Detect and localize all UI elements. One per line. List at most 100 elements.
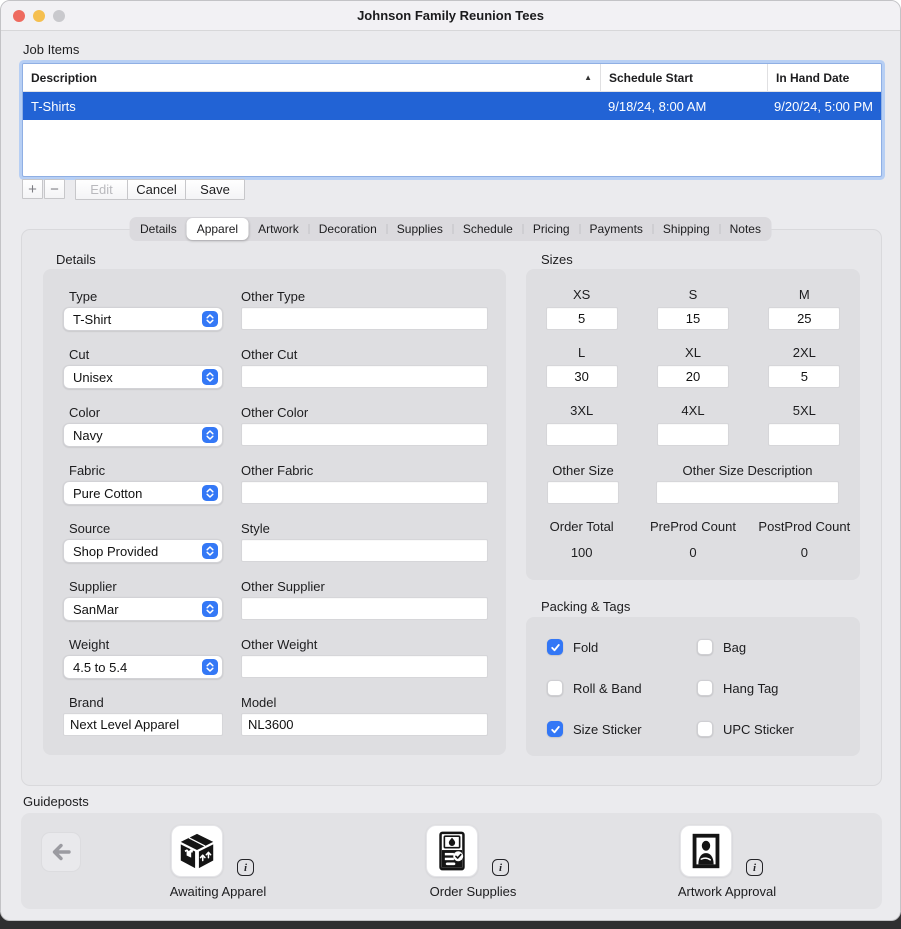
size-5xl-input[interactable] (768, 423, 840, 446)
artwork-approval-label: Artwork Approval (642, 884, 812, 899)
other-size-description-label: Other Size Description (656, 463, 839, 478)
bag-checkbox[interactable] (697, 639, 713, 655)
other-color-input[interactable] (241, 423, 488, 446)
up-down-chevrons-icon (202, 543, 218, 559)
tab-artwork[interactable]: Artwork (248, 218, 309, 240)
tab-decoration[interactable]: Decoration (309, 218, 387, 240)
tab-payments[interactable]: Payments (580, 218, 653, 240)
preprod-count-value: 0 (637, 545, 748, 560)
table-row[interactable]: T-Shirts 9/18/24, 8:00 AM 9/20/24, 5:00 … (23, 92, 881, 120)
style-input[interactable] (241, 539, 488, 562)
awaiting-apparel-label: Awaiting Apparel (133, 884, 303, 899)
color-label: Color (69, 405, 100, 420)
fabric-label: Fabric (69, 463, 105, 478)
other-color-label: Other Color (241, 405, 308, 420)
size-2xl-label: 2XL (749, 345, 860, 360)
edit-button[interactable]: Edit (75, 179, 128, 200)
size-3xl-input[interactable] (546, 423, 618, 446)
tab-details[interactable]: Details (130, 218, 187, 240)
packing-section-label: Packing & Tags (541, 599, 630, 614)
artwork-approval-info-icon[interactable]: i (746, 859, 763, 876)
model-input[interactable] (241, 713, 488, 736)
tab-shipping[interactable]: Shipping (653, 218, 720, 240)
awaiting-apparel-button[interactable] (171, 825, 223, 877)
hang-tag-checkbox[interactable] (697, 680, 713, 696)
guideposts-panel: i Awaiting Apparel i Order Supplies (21, 813, 882, 909)
table-header: Description ▲ Schedule Start In Hand Dat… (23, 64, 881, 92)
size-5xl-label: 5XL (749, 403, 860, 418)
size-sticker-checkbox[interactable] (547, 721, 563, 737)
other-fabric-label: Other Fabric (241, 463, 313, 478)
weight-label: Weight (69, 637, 109, 652)
size-xs-input[interactable] (546, 307, 618, 330)
awaiting-apparel-info-icon[interactable]: i (237, 859, 254, 876)
size-xs-label: XS (526, 287, 637, 302)
size-4xl-label: 4XL (637, 403, 748, 418)
model-label: Model (241, 695, 276, 710)
size-m-input[interactable] (768, 307, 840, 330)
tab-schedule[interactable]: Schedule (453, 218, 523, 240)
up-down-chevrons-icon (202, 659, 218, 675)
title-bar: Johnson Family Reunion Tees (1, 1, 900, 31)
brand-input[interactable] (63, 713, 223, 736)
size-l-label: L (526, 345, 637, 360)
cancel-button[interactable]: Cancel (127, 179, 186, 200)
source-dropdown[interactable]: Shop Provided (63, 539, 223, 563)
size-xl-label: XL (637, 345, 748, 360)
remove-item-button[interactable]: − (44, 179, 65, 199)
cut-label: Cut (69, 347, 89, 362)
other-cut-input[interactable] (241, 365, 488, 388)
packing-panel: Fold Bag Roll & Band Hang Tag Size Stick… (526, 617, 860, 756)
other-cut-label: Other Cut (241, 347, 297, 362)
column-header-schedule-start[interactable]: Schedule Start (601, 64, 768, 91)
size-m-label: M (749, 287, 860, 302)
framed-art-icon (685, 830, 727, 872)
weight-dropdown[interactable]: 4.5 to 5.4 (63, 655, 223, 679)
size-s-input[interactable] (657, 307, 729, 330)
tab-notes[interactable]: Notes (720, 218, 771, 240)
size-2xl-input[interactable] (768, 365, 840, 388)
back-button[interactable] (41, 832, 81, 872)
upc-sticker-checkbox[interactable] (697, 721, 713, 737)
sort-ascending-icon: ▲ (584, 74, 592, 82)
cell-in-hand-date: 9/20/24, 5:00 PM (766, 99, 881, 114)
other-supplier-label: Other Supplier (241, 579, 325, 594)
brand-label: Brand (69, 695, 104, 710)
other-size-input[interactable] (547, 481, 619, 504)
other-weight-input[interactable] (241, 655, 488, 678)
tab-pricing[interactable]: Pricing (523, 218, 580, 240)
column-header-description[interactable]: Description ▲ (23, 64, 601, 91)
other-supplier-input[interactable] (241, 597, 488, 620)
up-down-chevrons-icon (202, 485, 218, 501)
size-xl-input[interactable] (657, 365, 729, 388)
tab-apparel[interactable]: Apparel (187, 218, 248, 240)
source-label: Source (69, 521, 110, 536)
order-supplies-button[interactable] (426, 825, 478, 877)
app-window: Johnson Family Reunion Tees Job Items De… (0, 0, 901, 921)
other-size-description-input[interactable] (656, 481, 839, 504)
add-item-button[interactable]: + (22, 179, 43, 199)
back-arrow-icon (49, 840, 73, 864)
type-dropdown[interactable]: T-Shirt (63, 307, 223, 331)
supplier-dropdown[interactable]: SanMar (63, 597, 223, 621)
job-items-table: Description ▲ Schedule Start In Hand Dat… (22, 63, 882, 177)
fabric-dropdown[interactable]: Pure Cotton (63, 481, 223, 505)
order-total-label: Order Total (526, 519, 637, 534)
size-4xl-input[interactable] (657, 423, 729, 446)
color-dropdown[interactable]: Navy (63, 423, 223, 447)
tab-supplies[interactable]: Supplies (387, 218, 453, 240)
save-button[interactable]: Save (185, 179, 245, 200)
other-type-input[interactable] (241, 307, 488, 330)
cell-schedule-start: 9/18/24, 8:00 AM (600, 99, 766, 114)
size-l-input[interactable] (546, 365, 618, 388)
other-type-label: Other Type (241, 289, 305, 304)
supplies-label-icon (431, 830, 473, 872)
sizes-section-label: Sizes (541, 252, 573, 267)
cut-dropdown[interactable]: Unisex (63, 365, 223, 389)
other-fabric-input[interactable] (241, 481, 488, 504)
order-supplies-info-icon[interactable]: i (492, 859, 509, 876)
artwork-approval-button[interactable] (680, 825, 732, 877)
fold-checkbox[interactable] (547, 639, 563, 655)
roll-and-band-checkbox[interactable] (547, 680, 563, 696)
column-header-in-hand-date[interactable]: In Hand Date (768, 64, 881, 91)
